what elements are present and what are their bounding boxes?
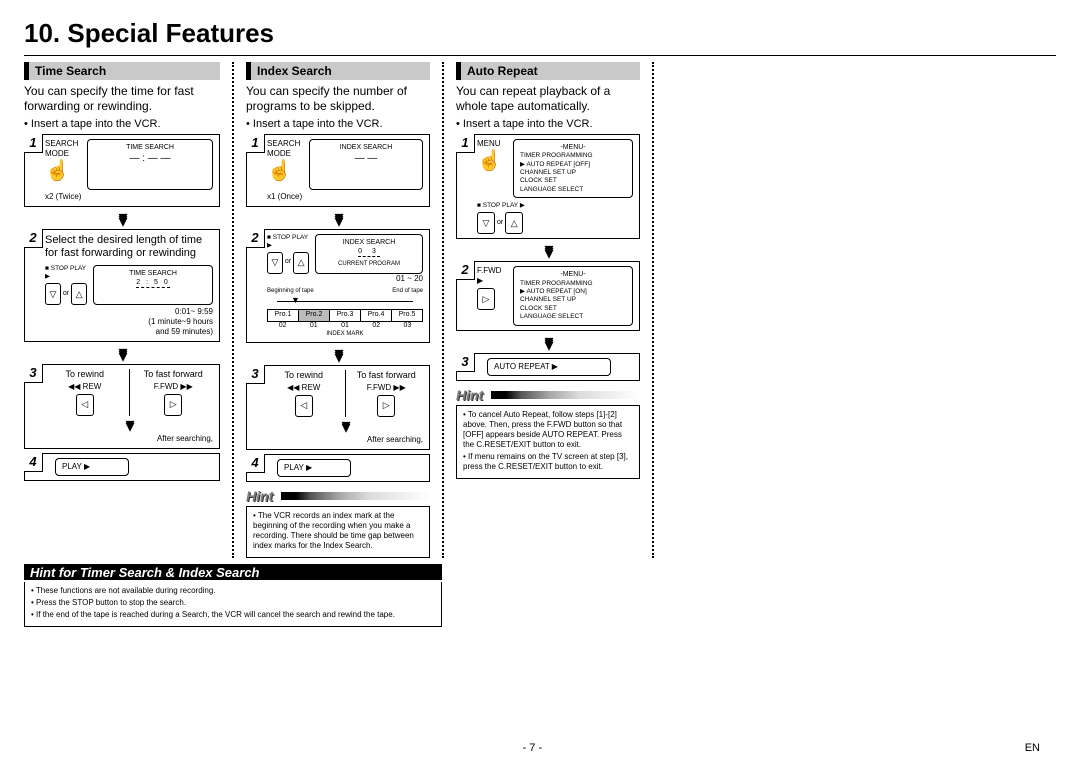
play-indicator: PLAY ▶ xyxy=(277,459,351,477)
arrow-down-icon: ▾▾▾ xyxy=(246,211,430,227)
begin-tape-label: Beginning of tape xyxy=(267,288,314,296)
bullet-repeat: Insert a tape into the VCR. xyxy=(456,118,640,130)
program-row: Pro.1 Pro.2 Pro.3 Pro.4 Pro.5 xyxy=(267,309,423,322)
ffwd-label: To fast forward xyxy=(144,369,203,379)
menu-btn-label: MENU xyxy=(477,139,507,149)
col-index-search: Index Search You can specify the number … xyxy=(234,62,444,558)
ffwd-btn-label: F.FWD ▶ xyxy=(477,266,507,286)
arrow-down-icon: ▾▾▾ xyxy=(246,347,430,363)
intro-repeat: You can repeat playback of a whole tape … xyxy=(456,84,640,114)
screen-title: TIME SEARCH xyxy=(100,269,206,278)
section-heading-index: Index Search xyxy=(246,62,430,80)
time-value: 2 : 5 0 xyxy=(136,278,169,288)
bullet-time: Insert a tape into the VCR. xyxy=(24,118,220,130)
arrow-down-icon: ▾▾▾ xyxy=(24,211,220,227)
time-step-2: 2 Select the desired length of time for … xyxy=(24,229,220,343)
hint-bottom-box: These functions are not available during… xyxy=(24,582,442,627)
menu-title: -MENU- xyxy=(520,143,626,152)
x1-note: x1 (Once) xyxy=(267,192,423,202)
screen-title: TIME SEARCH xyxy=(94,143,206,152)
arrow-down-icon: ▾▾▾ xyxy=(24,346,220,362)
repeat-step-2: 2 F.FWD ▶ ▷ -MENU- TIMER PROGRAMMING ▶ A… xyxy=(456,261,640,330)
lang-code: EN xyxy=(1025,742,1040,754)
title-rule xyxy=(24,55,1056,56)
hint-box-index: The VCR records an index mark at the beg… xyxy=(246,506,430,558)
heading-time: Time Search xyxy=(29,62,220,80)
time-step-4: 4 PLAY ▶ xyxy=(24,453,220,481)
heading-repeat: Auto Repeat xyxy=(461,62,640,80)
x2-note: x2 (Twice) xyxy=(45,192,213,202)
arrow-down-icon: ▾▾▾ xyxy=(456,243,640,259)
play-indicator: PLAY ▶ xyxy=(55,458,129,476)
current-program-label: CURRENT PROGRAM xyxy=(322,261,416,269)
col-time-search: Time Search You can specify the time for… xyxy=(24,62,234,558)
menu-title: -MENU- xyxy=(520,270,626,279)
rewind-label: To rewind xyxy=(65,369,104,379)
time-step-1: 1 SEARCH MODE TIME SEARCH — : — — x2 (Tw… xyxy=(24,134,220,207)
stop-play-label: ■ STOP PLAY ▶ xyxy=(477,202,633,210)
arrow-down-icon: ▾▾▾ xyxy=(456,335,640,351)
hint-bottom-heading: Hint for Timer Search & Index Search xyxy=(24,564,442,580)
hint-heading-repeat: Hint xyxy=(456,387,640,403)
repeat-step-3: 3 AUTO REPEAT ▶ xyxy=(456,353,640,381)
col-auto-repeat: Auto Repeat You can repeat playback of a… xyxy=(444,62,654,558)
stop-play-label: ■ STOP PLAY ▶ xyxy=(45,265,87,281)
columns: Time Search You can specify the time for… xyxy=(24,62,1056,558)
index-step-2: 2 ■ STOP PLAY ▶ ▽or△ INDEX SEARCH 0 3 CU… xyxy=(246,229,430,344)
step2-text: Select the desired length of time for fa… xyxy=(45,234,213,262)
auto-repeat-indicator: AUTO REPEAT ▶ xyxy=(487,358,611,376)
page-title: 10. Special Features xyxy=(24,18,1056,49)
rewind-label: To rewind xyxy=(284,370,323,380)
index-step-1: 1 SEARCH MODE INDEX SEARCH — — x1 (Once) xyxy=(246,134,430,207)
index-step-3: 3 To rewind◀◀ REW ◁ To fast forwardF.FWD… xyxy=(246,365,430,450)
section-heading-time: Time Search xyxy=(24,62,220,80)
ffwd-label: To fast forward xyxy=(357,370,416,380)
time-step-3: 3 To rewind◀◀ REW ◁ To fast forwardF.FWD… xyxy=(24,364,220,449)
index-value: 0 3 xyxy=(358,247,380,257)
index-mark-label: INDEX MARK xyxy=(267,331,423,339)
page-number: - 7 - xyxy=(523,742,543,754)
hint-box-repeat: To cancel Auto Repeat, follow steps [1]-… xyxy=(456,405,640,479)
tape-arrow-icon xyxy=(267,297,423,307)
screen-title: INDEX SEARCH xyxy=(322,238,416,247)
col-blank xyxy=(654,62,1056,558)
press-hand-icon xyxy=(45,159,67,185)
press-hand-icon xyxy=(267,159,289,185)
intro-time: You can specify the time for fast forwar… xyxy=(24,84,220,114)
index-range: 01 ~ 20 xyxy=(267,274,423,284)
bullet-index: Insert a tape into the VCR. xyxy=(246,118,430,130)
section-heading-repeat: Auto Repeat xyxy=(456,62,640,80)
index-step-4: 4 PLAY ▶ xyxy=(246,454,430,482)
repeat-step-1: 1 MENU -MENU- TIMER PROGRAMMING ▶ AUTO R… xyxy=(456,134,640,239)
heading-index: Index Search xyxy=(251,62,430,80)
end-tape-label: End of tape xyxy=(392,288,423,296)
search-mode-label: SEARCH MODE xyxy=(267,139,303,159)
time-range: 0:01~ 9:59 (1 minute~9 hours and 59 minu… xyxy=(45,307,213,337)
stop-play-label: ■ STOP PLAY ▶ xyxy=(267,234,309,250)
screen-title: INDEX SEARCH xyxy=(316,143,416,152)
hint-heading-index: Hint xyxy=(246,488,430,504)
intro-index: You can specify the number of programs t… xyxy=(246,84,430,114)
hint-bottom-wrap: Hint for Timer Search & Index Search The… xyxy=(24,564,442,627)
footer: - 7 - EN xyxy=(0,742,1080,754)
press-hand-icon xyxy=(477,149,499,175)
search-mode-label: SEARCH MODE xyxy=(45,139,81,159)
